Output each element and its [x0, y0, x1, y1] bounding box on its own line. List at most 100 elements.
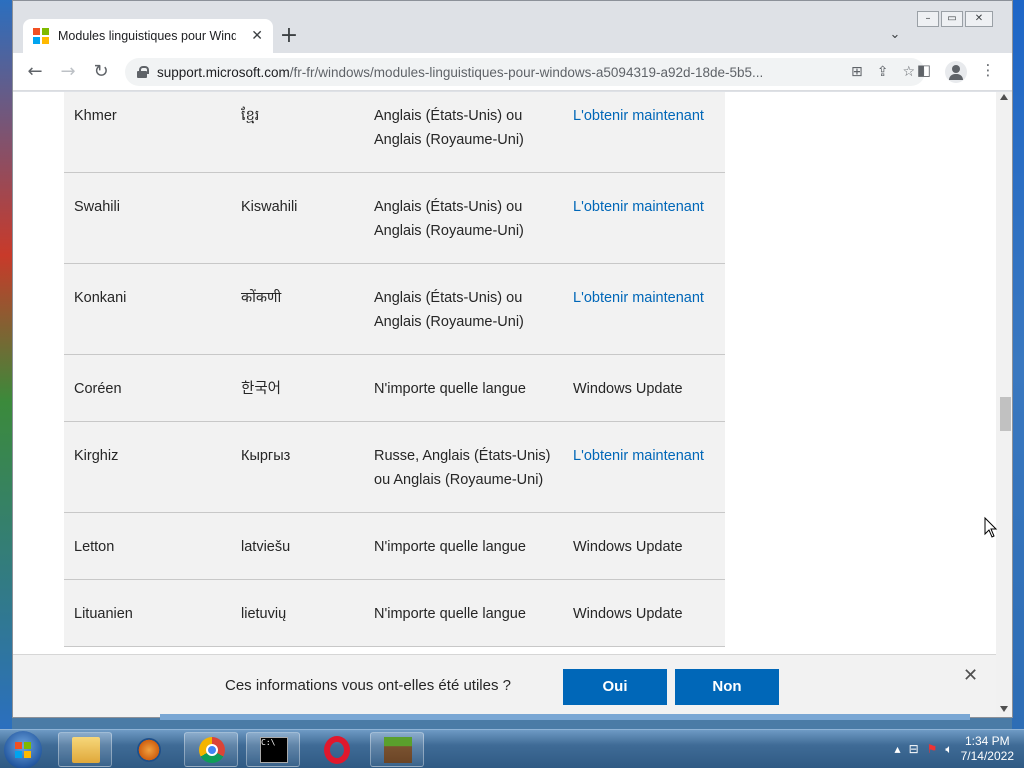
grass-block-icon — [384, 737, 412, 763]
native-name-cell: lietuvių — [241, 606, 287, 622]
taskbar-minecraft[interactable] — [370, 732, 424, 767]
table-row: Coréen 한국어 N'importe quelle langue Windows … — [64, 355, 725, 422]
media-player-icon — [137, 738, 161, 762]
terminal-icon: C:\ — [260, 737, 288, 763]
table-row: Swahili Kiswahili Anglais (États-Unis) ou … — [64, 173, 725, 264]
scroll-down-icon[interactable] — [1000, 706, 1008, 712]
tab-search-chevron-icon[interactable]: ⌄ — [885, 27, 905, 47]
desktop-left-edge — [0, 0, 12, 730]
minimize-icon[interactable]: – — [917, 11, 939, 27]
feedback-close-icon[interactable]: ✕ — [963, 665, 978, 686]
translate-icon[interactable]: ⊞ — [851, 64, 863, 80]
maximize-icon[interactable]: ▭ — [941, 11, 963, 27]
url-path: /fr-fr/windows/modules-linguistiques-pou… — [289, 64, 764, 80]
desktop-right-edge — [1012, 0, 1024, 730]
clock-date: 7/14/2022 — [960, 749, 1014, 763]
get-it-now-link[interactable]: L'obtenir maintenant — [573, 444, 725, 492]
table-row: Konkani कोंकणी Anglais (États-Unis) ou Ang… — [64, 264, 725, 355]
prerequisite-cell: Anglais (États-Unis) ou Anglais (Royaume… — [374, 108, 524, 148]
clock[interactable]: 1:34 PM 7/14/2022 — [961, 734, 1014, 764]
feedback-question: Ces informations vous ont-elles été util… — [225, 677, 511, 694]
no-button[interactable]: Non — [675, 669, 779, 705]
taskbar-opera[interactable] — [308, 732, 362, 767]
prerequisite-cell: N'importe quelle langue — [374, 606, 526, 622]
reload-icon[interactable]: ↻ — [89, 60, 113, 84]
profile-icon — [945, 61, 967, 83]
side-panel-icon[interactable]: ◧ — [913, 61, 935, 79]
opera-icon — [324, 736, 350, 764]
url-host: support.microsoft.com — [157, 64, 290, 80]
taskbar-chrome[interactable] — [184, 732, 238, 767]
language-cell: Coréen — [74, 381, 122, 397]
menu-kebab-icon[interactable]: ⋮ — [977, 61, 999, 79]
windows-update-cell: Windows Update — [573, 381, 683, 397]
prerequisite-cell: N'importe quelle langue — [374, 381, 526, 397]
taskbar-media-player[interactable] — [120, 732, 174, 767]
language-cell: Lituanien — [74, 606, 133, 622]
get-it-now-link[interactable]: L'obtenir maintenant — [573, 104, 725, 152]
chrome-icon — [199, 737, 225, 763]
window-close-icon[interactable]: ✕ — [965, 11, 993, 27]
microsoft-logo-icon — [33, 28, 49, 44]
taskbar-cmd[interactable]: C:\ — [246, 732, 300, 767]
windows-logo-icon — [15, 742, 31, 758]
table-row: Letton latviešu N'importe quelle langue Win… — [64, 513, 725, 580]
table-row: Kirghiz Кыргыз Russe, Anglais (États-Unis)… — [64, 422, 725, 513]
prerequisite-cell: Russe, Anglais (États-Unis) ou Anglais (… — [374, 448, 551, 488]
prerequisite-cell: N'importe quelle langue — [374, 539, 526, 555]
windows-update-cell: Windows Update — [573, 539, 683, 555]
scroll-up-icon[interactable] — [1000, 94, 1008, 100]
title-bar: Modules linguistiques pour Windows ✕ + ⌄… — [13, 1, 1012, 53]
language-table: Khmer ខ្មែរ Anglais (États-Unis) ou Anglai… — [64, 92, 725, 647]
language-cell: Swahili — [74, 199, 120, 215]
native-name-cell: ខ្មែរ — [241, 108, 260, 124]
windows-update-cell: Windows Update — [573, 606, 683, 622]
vertical-scrollbar[interactable] — [996, 92, 1012, 717]
native-name-cell: Кыргыз — [241, 448, 291, 464]
address-bar[interactable]: support.microsoft.com/fr-fr/windows/modu… — [125, 58, 925, 86]
start-button[interactable] — [4, 731, 42, 768]
lock-icon[interactable] — [137, 66, 149, 78]
profile-avatar[interactable] — [945, 61, 967, 83]
native-name-cell: कोंकणी — [241, 290, 282, 306]
taskbar-explorer[interactable] — [58, 732, 112, 767]
table-row: Lituanien lietuvių N'importe quelle langue… — [64, 580, 725, 647]
native-name-cell: Kiswahili — [241, 199, 298, 215]
back-arrow-icon[interactable]: ← — [23, 60, 47, 84]
tray-expand-icon[interactable]: ▴ — [895, 742, 901, 756]
prerequisite-cell: Anglais (États-Unis) ou Anglais (Royaume… — [374, 290, 524, 330]
new-tab-icon[interactable]: + — [275, 23, 303, 51]
tab-close-icon[interactable]: ✕ — [251, 28, 263, 44]
system-tray: ▴ ⊟ ⚑ 🔈︎ 1:34 PM 7/14/2022 — [895, 734, 1014, 764]
language-cell: Khmer — [74, 108, 117, 124]
share-icon[interactable]: ⇪ — [877, 64, 889, 80]
yes-button[interactable]: Oui — [563, 669, 667, 705]
network-icon[interactable]: ⊟ — [909, 742, 919, 756]
table-row: Khmer ខ្មែរ Anglais (États-Unis) ou Anglai… — [64, 92, 725, 173]
page-viewport: Khmer ខ្មែរ Anglais (États-Unis) ou Anglai… — [13, 92, 996, 654]
browser-toolbar: ← → ↻ support.microsoft.com/fr-fr/window… — [13, 53, 1012, 91]
tab-title: Modules linguistiques pour Windows — [58, 29, 236, 43]
language-cell: Konkani — [74, 290, 127, 306]
taskbar: C:\ ▴ ⊟ ⚑ 🔈︎ 1:34 PM 7/14/2022 — [0, 729, 1024, 768]
feedback-bar: Ces informations vous ont-elles été util… — [13, 654, 996, 717]
native-name-cell: 한국어 — [241, 381, 282, 397]
get-it-now-link[interactable]: L'obtenir maintenant — [573, 195, 725, 243]
language-cell: Kirghiz — [74, 448, 119, 464]
native-name-cell: latviešu — [241, 539, 291, 555]
background-window-edge — [160, 714, 970, 720]
browser-window: Modules linguistiques pour Windows ✕ + ⌄… — [12, 0, 1013, 718]
scrollbar-thumb[interactable] — [1000, 397, 1011, 431]
browser-tab[interactable]: Modules linguistiques pour Windows ✕ — [23, 19, 273, 53]
mouse-cursor-icon — [984, 516, 998, 538]
forward-arrow-icon[interactable]: → — [56, 60, 80, 84]
action-center-icon[interactable]: ⚑ — [927, 742, 938, 756]
volume-icon[interactable]: 🔈︎ — [945, 742, 952, 757]
folder-icon — [72, 737, 100, 763]
prerequisite-cell: Anglais (États-Unis) ou Anglais (Royaume… — [374, 199, 524, 239]
url-text: support.microsoft.com/fr-fr/windows/modu… — [157, 65, 807, 80]
window-controls: – ▭ ✕ — [917, 11, 993, 27]
clock-time: 1:34 PM — [964, 734, 1010, 748]
language-cell: Letton — [74, 539, 115, 555]
get-it-now-link[interactable]: L'obtenir maintenant — [573, 286, 725, 334]
